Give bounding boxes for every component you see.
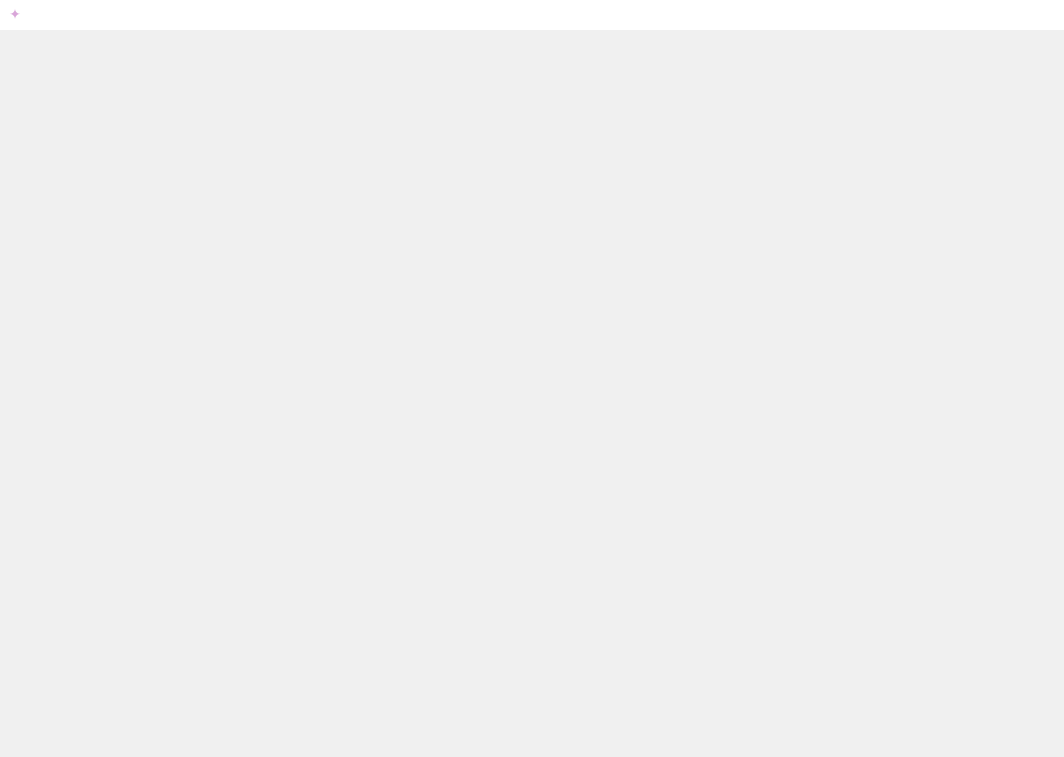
sparkle-icon: ✦: [9, 6, 21, 22]
title-bar: ✦: [0, 0, 1064, 30]
minimize-icon: [973, 0, 1019, 30]
